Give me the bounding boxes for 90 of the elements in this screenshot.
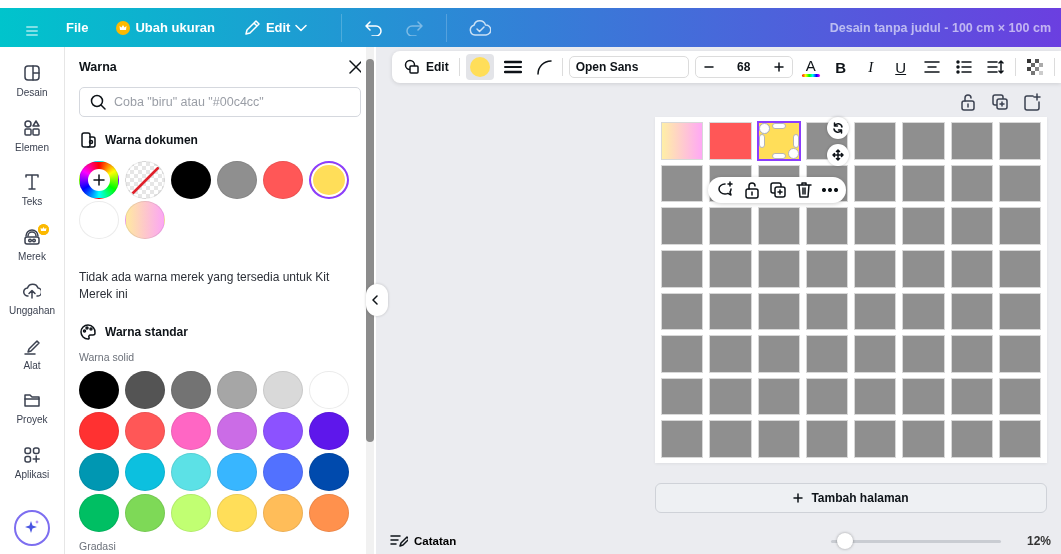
slider-thumb[interactable] xyxy=(836,533,853,549)
sidebar-item[interactable]: Alat xyxy=(2,330,62,385)
plus-icon xyxy=(93,174,105,186)
layout-icon xyxy=(23,64,41,82)
align-icon xyxy=(922,59,941,75)
rotate-icon xyxy=(832,122,844,134)
apps-icon xyxy=(23,445,41,464)
plus-icon xyxy=(773,62,784,72)
resize-handle[interactable] xyxy=(771,123,786,129)
resize-handle[interactable] xyxy=(792,133,799,148)
undo-icon xyxy=(364,19,385,36)
font-size-field[interactable]: 68 xyxy=(694,56,793,78)
search-bar[interactable]: Coba "biru" atau "#00c4cc" xyxy=(79,87,361,117)
document-title: Desain tanpa judul - 100 cm × 100 cm xyxy=(829,20,1051,35)
search-icon xyxy=(90,94,106,110)
text-icon xyxy=(23,173,41,191)
edit-button[interactable]: Edit xyxy=(400,54,453,80)
sidebar-item[interactable]: Proyek xyxy=(2,385,62,440)
color-picker-button[interactable] xyxy=(79,161,119,199)
close-icon xyxy=(349,60,361,74)
menu-icon xyxy=(26,23,38,38)
notes-icon xyxy=(390,534,408,548)
lines-icon xyxy=(503,60,522,74)
color-swatch[interactable] xyxy=(309,161,349,199)
lock-button[interactable] xyxy=(959,93,977,113)
sidebar-item[interactable]: Teks xyxy=(2,167,62,222)
corner-icon xyxy=(535,59,552,75)
document-colors-icon xyxy=(79,131,97,149)
spacing-icon xyxy=(986,59,1005,75)
plus-icon xyxy=(793,493,804,503)
duplicate-button[interactable] xyxy=(991,93,1009,113)
comment-plus-icon xyxy=(716,181,735,199)
duplicate-button[interactable] xyxy=(768,181,787,199)
rotate-handle[interactable] xyxy=(827,117,849,139)
section-label: Warna solid xyxy=(79,351,136,363)
no-color-swatch[interactable] xyxy=(125,161,165,199)
cloud-check-icon xyxy=(469,19,492,36)
sidebar-item[interactable]: Elemen xyxy=(2,112,62,167)
scrollbar[interactable] xyxy=(366,47,374,554)
sidebar-item[interactable]: Merek xyxy=(2,221,62,276)
info-text: Tidak ada warna merek yang tersedia untuk Kit Merek ini xyxy=(79,269,331,303)
underline-button[interactable]: U xyxy=(888,54,913,80)
panel-title: Warna xyxy=(79,60,117,74)
bold-button[interactable]: B xyxy=(828,54,853,80)
brand-icon xyxy=(23,227,41,246)
chevron-left-icon xyxy=(372,295,378,305)
lock-icon xyxy=(742,181,761,199)
move-handle[interactable] xyxy=(827,144,849,166)
delete-button[interactable] xyxy=(795,181,814,199)
redo-icon xyxy=(404,19,425,36)
more-icon xyxy=(821,188,838,192)
folder-icon xyxy=(23,391,41,409)
magic-button[interactable] xyxy=(14,510,50,546)
add-page-icon-button[interactable] xyxy=(1023,93,1041,113)
resize-handle[interactable] xyxy=(758,133,765,148)
collapse-panel-button[interactable] xyxy=(366,284,388,316)
zoom-slider[interactable] xyxy=(831,533,1001,549)
add-page xyxy=(1023,93,1041,111)
notes-button[interactable]: Catatan xyxy=(390,534,457,548)
resize-handle[interactable] xyxy=(787,147,799,159)
sidebar-item[interactable]: Aplikasi xyxy=(2,439,62,494)
add-page-button[interactable]: Tambah halaman xyxy=(655,483,1047,513)
sidebar-item[interactable]: Unggahan xyxy=(2,276,62,331)
section-label: Gradasi xyxy=(79,540,117,552)
palette-icon xyxy=(79,323,97,341)
shapes-icon xyxy=(23,118,41,137)
pencil-icon xyxy=(242,18,261,37)
cloud-upload-icon xyxy=(23,282,41,300)
shapes-icon xyxy=(404,59,420,75)
section-heading: Warna dokumen xyxy=(105,133,198,147)
move-icon xyxy=(832,149,844,161)
section-heading: Warna standar xyxy=(105,325,188,339)
sidebar-item[interactable]: Desain xyxy=(2,58,62,113)
italic-button[interactable]: I xyxy=(858,54,883,80)
lock-icon xyxy=(959,93,977,111)
crown-icon xyxy=(116,20,131,35)
close-button[interactable] xyxy=(349,60,361,74)
text-color-button[interactable]: A xyxy=(798,54,823,80)
comment-button[interactable] xyxy=(716,181,735,199)
checker-icon xyxy=(1025,58,1044,76)
resize-handle[interactable] xyxy=(771,152,786,159)
duplicate-icon xyxy=(991,93,1009,111)
trash-icon xyxy=(795,181,814,199)
more-button[interactable] xyxy=(821,188,838,192)
chevron-down-icon xyxy=(295,23,308,32)
duplicate-icon xyxy=(768,181,787,199)
list-icon xyxy=(954,59,973,75)
zoom-level: 12% xyxy=(1025,534,1051,548)
font-dropdown[interactable]: Open Sans xyxy=(568,56,689,78)
lock-button[interactable] xyxy=(742,181,761,199)
